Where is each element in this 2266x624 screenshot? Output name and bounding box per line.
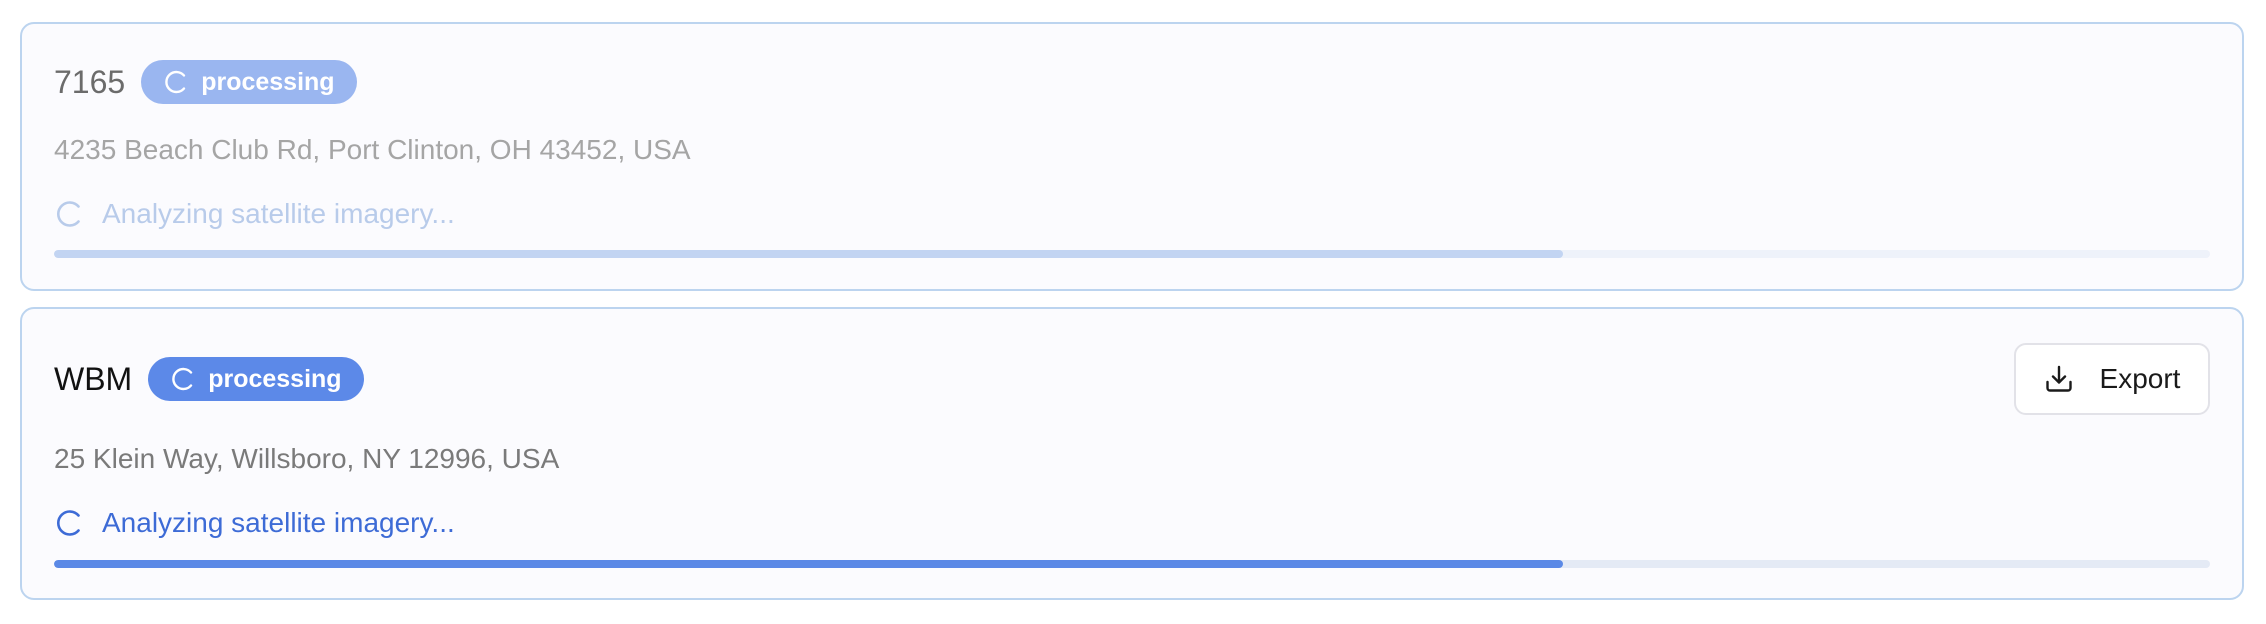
export-button[interactable]: Export	[2014, 343, 2210, 415]
progress-fill	[54, 250, 1564, 258]
job-status: Analyzing satellite imagery...	[54, 196, 455, 232]
spinner-icon	[163, 69, 189, 95]
status-badge-label: processing	[201, 67, 335, 96]
job-status: Analyzing satellite imagery...	[54, 505, 455, 541]
progress-bar	[54, 560, 2210, 568]
status-badge-label: processing	[208, 364, 342, 393]
job-status-text: Analyzing satellite imagery...	[102, 198, 455, 229]
job-address: 4235 Beach Club Rd, Port Clinton, OH 434…	[54, 134, 691, 165]
job-title: 7165	[54, 64, 126, 100]
job-header: 7165 processing	[54, 60, 357, 104]
spinner-icon	[170, 366, 196, 392]
job-address: 25 Klein Way, Willsboro, NY 12996, USA	[54, 443, 560, 474]
download-icon	[2044, 364, 2074, 394]
status-badge: processing	[148, 357, 364, 401]
spinner-icon	[54, 508, 84, 538]
job-card[interactable]: WBM processing Export 25 Klein Way, Will…	[20, 307, 2244, 600]
job-card[interactable]: 7165 processing 4235 Beach Club Rd, Port…	[20, 22, 2244, 291]
status-badge: processing	[141, 60, 357, 104]
spinner-icon	[54, 199, 84, 229]
export-button-label: Export	[2099, 363, 2181, 394]
job-header: WBM processing	[54, 357, 364, 401]
job-title: WBM	[54, 361, 133, 397]
progress-bar	[54, 250, 2210, 258]
progress-fill	[54, 560, 1564, 568]
job-status-text: Analyzing satellite imagery...	[102, 507, 455, 538]
